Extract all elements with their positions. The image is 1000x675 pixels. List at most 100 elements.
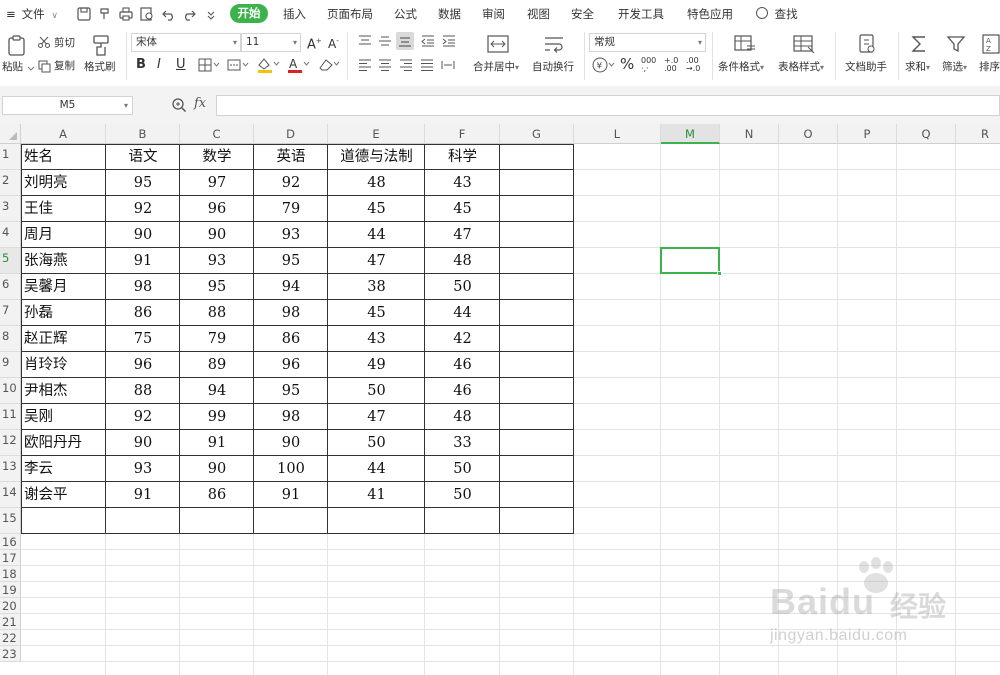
indent-decrease-icon[interactable] — [420, 34, 436, 48]
cell-f12[interactable]: 33 — [425, 430, 500, 456]
row-header-15[interactable]: 15 — [0, 508, 21, 534]
cell-c4[interactable]: 90 — [180, 222, 254, 248]
cell-f9[interactable]: 46 — [425, 352, 500, 378]
cell-e14[interactable]: 41 — [328, 482, 425, 508]
cell-c8[interactable]: 79 — [180, 326, 254, 352]
row-header-9[interactable]: 9 — [0, 352, 21, 378]
cell-b7[interactable]: 86 — [106, 300, 180, 326]
tab-review[interactable]: 审阅 — [482, 6, 505, 22]
cell-c6[interactable]: 95 — [180, 274, 254, 300]
cell-c3[interactable]: 96 — [180, 196, 254, 222]
cell-f4[interactable]: 47 — [425, 222, 500, 248]
font-name-select[interactable]: 宋体 ▾ — [131, 33, 241, 52]
cell-c2[interactable]: 97 — [180, 170, 254, 196]
select-all-corner[interactable] — [0, 124, 21, 144]
document-assistant-button[interactable]: 文档助手 — [845, 60, 887, 74]
fill-handle[interactable] — [717, 271, 722, 276]
cell-a14[interactable]: 谢会平 — [21, 482, 106, 508]
row-header-10[interactable]: 10 — [0, 378, 21, 404]
row-header-11[interactable]: 11 — [0, 404, 21, 430]
cell-e13[interactable]: 44 — [328, 456, 425, 482]
scissors-icon[interactable] — [37, 35, 51, 49]
row-header-20[interactable]: 20 — [0, 598, 21, 614]
row-header-7[interactable]: 7 — [0, 300, 21, 326]
column-header-q[interactable]: Q — [897, 124, 956, 144]
percent-icon[interactable]: % — [620, 57, 634, 72]
search-command[interactable]: 查找 — [756, 6, 798, 22]
cell-c14[interactable]: 86 — [180, 482, 254, 508]
paste-label[interactable]: 粘贴 — [2, 60, 23, 74]
cell-b12[interactable]: 90 — [106, 430, 180, 456]
number-format-select[interactable]: 常规 ▾ — [589, 33, 706, 52]
row-header-5[interactable]: 5 — [0, 248, 21, 274]
indent-increase-icon[interactable] — [441, 34, 457, 48]
cell-d6[interactable]: 94 — [254, 274, 328, 300]
paste-button[interactable] — [5, 33, 29, 57]
row-header-8[interactable]: 8 — [0, 326, 21, 352]
row-header-12[interactable]: 12 — [0, 430, 21, 456]
cell-d5[interactable]: 95 — [254, 248, 328, 274]
cell-c1[interactable]: 数学 — [180, 144, 254, 170]
row-header-6[interactable]: 6 — [0, 274, 21, 300]
distributed-align-icon[interactable] — [440, 58, 456, 72]
align-top-icon[interactable] — [357, 34, 373, 48]
cell-d10[interactable]: 95 — [254, 378, 328, 404]
cell-d3[interactable]: 79 — [254, 196, 328, 222]
row-header-17[interactable]: 17 — [0, 550, 21, 566]
cell-e5[interactable]: 47 — [328, 248, 425, 274]
tab-data[interactable]: 数据 — [438, 6, 461, 22]
cell-d4[interactable]: 93 — [254, 222, 328, 248]
cell-a8[interactable]: 赵正辉 — [21, 326, 106, 352]
increase-font-size-icon[interactable]: A+ — [307, 34, 322, 52]
sort-icon[interactable]: AZ — [981, 33, 1000, 55]
cell-a6[interactable]: 吴馨月 — [21, 274, 106, 300]
cell-e6[interactable]: 38 — [328, 274, 425, 300]
copy-icon[interactable] — [37, 59, 51, 73]
justify-icon[interactable] — [419, 58, 435, 72]
zoom-icon[interactable] — [171, 97, 187, 113]
cell-a12[interactable]: 欧阳丹丹 — [21, 430, 106, 456]
row-header-23[interactable]: 23 — [0, 646, 21, 662]
column-header-c[interactable]: C — [180, 124, 254, 144]
cell-c5[interactable]: 93 — [180, 248, 254, 274]
tab-page-layout[interactable]: 页面布局 — [327, 6, 373, 22]
cell-b1[interactable]: 语文 — [106, 144, 180, 170]
currency-icon[interactable]: ¥ — [591, 56, 615, 74]
cell-d9[interactable]: 96 — [254, 352, 328, 378]
print-icon[interactable] — [117, 5, 135, 23]
tab-security[interactable]: 安全 — [571, 6, 594, 22]
fill-color-icon[interactable] — [256, 56, 280, 74]
cell-b8[interactable]: 75 — [106, 326, 180, 352]
cell-f10[interactable]: 46 — [425, 378, 500, 404]
cell-f11[interactable]: 48 — [425, 404, 500, 430]
cut-button[interactable]: 剪切 — [54, 36, 75, 50]
document-assistant-icon[interactable] — [856, 33, 878, 55]
row-header-1[interactable]: 1 — [0, 144, 21, 170]
merge-center-button[interactable]: 合并居中▾ — [473, 60, 519, 75]
column-header-d[interactable]: D — [254, 124, 328, 144]
tab-view[interactable]: 视图 — [527, 6, 550, 22]
row-header-21[interactable]: 21 — [0, 614, 21, 630]
print-preview-icon[interactable] — [138, 5, 156, 23]
formula-input[interactable] — [216, 95, 1000, 116]
column-header-g[interactable]: G — [500, 124, 574, 144]
copy-button[interactable]: 复制 — [54, 59, 75, 73]
column-header-l[interactable]: L — [574, 124, 661, 144]
row-header-18[interactable]: 18 — [0, 566, 21, 582]
paste-dropdown-icon[interactable] — [27, 64, 35, 72]
cell-e11[interactable]: 47 — [328, 404, 425, 430]
fill-pattern-icon[interactable] — [227, 58, 249, 72]
row-header-16[interactable]: 16 — [0, 534, 21, 550]
cell-a1[interactable]: 姓名 — [21, 144, 106, 170]
wrap-text-icon[interactable] — [542, 34, 566, 54]
cell-f6[interactable]: 50 — [425, 274, 500, 300]
tab-start[interactable]: 开始 — [230, 4, 268, 23]
filter-icon[interactable] — [945, 33, 967, 55]
cell-d12[interactable]: 90 — [254, 430, 328, 456]
cell-d13[interactable]: 100 — [254, 456, 328, 482]
cell-b14[interactable]: 91 — [106, 482, 180, 508]
cell-f8[interactable]: 42 — [425, 326, 500, 352]
active-cell-cursor[interactable] — [660, 247, 722, 276]
clear-format-icon[interactable] — [316, 56, 340, 74]
undo-icon[interactable] — [160, 5, 178, 23]
